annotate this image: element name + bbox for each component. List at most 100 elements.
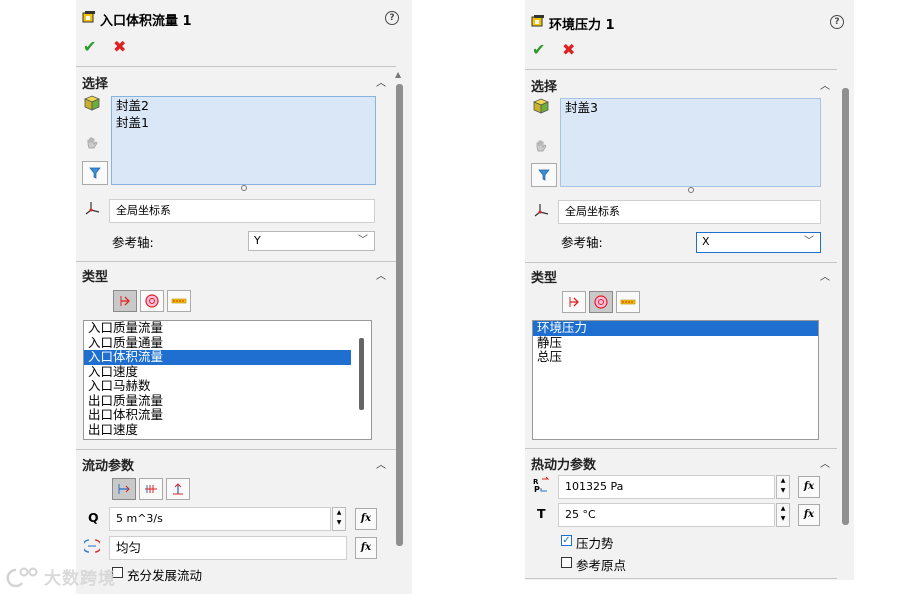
coordinate-system-field[interactable]: 全局坐标系: [558, 200, 821, 224]
spin-down-icon[interactable]: ▼: [777, 486, 789, 496]
pressure-gauge-icon: [594, 295, 608, 309]
panel-title: 环境压力 1: [549, 18, 615, 33]
collapse-chevron-icon[interactable]: ︿: [820, 268, 830, 283]
coordinate-system-field[interactable]: 全局坐标系: [109, 199, 375, 223]
boundary-condition-icon: [531, 15, 544, 27]
filter-button[interactable]: [82, 161, 108, 185]
selection-item[interactable]: 封盖2: [112, 97, 375, 114]
temperature-value-field[interactable]: 25 °C: [558, 503, 775, 527]
ok-icon[interactable]: ✔: [532, 40, 545, 59]
spin-up-icon[interactable]: ▲: [777, 476, 789, 486]
ref-axis-dropdown[interactable]: X ﹀: [696, 232, 821, 253]
hand-select-icon: [87, 137, 98, 149]
cancel-icon[interactable]: ✖: [562, 40, 575, 59]
list-item-selected[interactable]: 环境压力: [533, 321, 818, 336]
list-item-selected[interactable]: 入口体积流量: [84, 349, 351, 365]
selection-item[interactable]: 封盖3: [561, 99, 820, 116]
profile-field[interactable]: 均匀: [109, 536, 347, 560]
temperature-spinner[interactable]: ▲ ▼: [776, 503, 790, 527]
opening-type-flow-button[interactable]: [562, 291, 586, 313]
boundary-condition-icon: [82, 11, 95, 23]
panel-scrollbar-thumb[interactable]: [396, 84, 403, 546]
section-header-flow-parameters[interactable]: 流动参数: [82, 455, 134, 474]
panel-title: 入口体积流量 1: [100, 14, 192, 29]
section-header-type[interactable]: 类型: [531, 267, 557, 286]
list-item[interactable]: 入口马赫数: [84, 378, 371, 394]
pressure-potential-checkbox[interactable]: ✓: [561, 535, 572, 546]
flow-type-normal-button[interactable]: [112, 478, 136, 500]
temperature-function-button[interactable]: fx: [798, 504, 820, 526]
resize-handle[interactable]: [241, 185, 247, 191]
flow-type-vector-button[interactable]: [166, 478, 190, 500]
type-list[interactable]: 环境压力 静压 总压: [532, 320, 819, 440]
ref-axis-dropdown[interactable]: Y ﹀: [248, 231, 375, 251]
collapse-chevron-icon[interactable]: ︿: [376, 456, 386, 471]
ok-icon[interactable]: ✔: [83, 37, 96, 56]
inlet-arrow-icon: [569, 297, 579, 307]
hand-select-icon: [536, 140, 547, 152]
pressure-spinner[interactable]: ▲ ▼: [776, 475, 790, 499]
cube-icon: [84, 95, 100, 111]
swirl-flow-icon: [145, 485, 157, 493]
help-icon[interactable]: ?: [385, 11, 399, 25]
panel-scrollbar-thumb[interactable]: [842, 88, 849, 525]
opening-type-flow-button[interactable]: [113, 290, 137, 312]
spin-up-icon[interactable]: ▲: [333, 508, 345, 518]
flow-type-swirl-button[interactable]: [139, 478, 163, 500]
section-header-selection[interactable]: 选择: [82, 73, 108, 92]
list-item[interactable]: 出口质量流量: [84, 393, 371, 409]
spin-down-icon[interactable]: ▼: [777, 514, 789, 524]
opening-type-pressure-button[interactable]: [589, 291, 613, 313]
list-item[interactable]: 入口速度: [84, 364, 371, 380]
divider: [76, 66, 396, 67]
q-label: Q: [88, 510, 99, 525]
watermark-logo-icon: [6, 567, 38, 587]
spin-up-icon[interactable]: ▲: [777, 504, 789, 514]
scroll-up-icon[interactable]: ▲: [395, 70, 401, 79]
selection-list[interactable]: 封盖2 封盖1: [111, 96, 376, 185]
opening-type-fan-button[interactable]: [167, 290, 191, 312]
watermark-text: 大数跨境: [44, 569, 116, 589]
pressure-function-button[interactable]: fx: [798, 476, 820, 498]
section-header-type[interactable]: 类型: [82, 266, 108, 285]
fully-developed-label: 充分发展流动: [127, 568, 203, 583]
collapse-chevron-icon[interactable]: ︿: [376, 74, 386, 89]
help-icon[interactable]: ?: [830, 15, 844, 29]
list-item[interactable]: 出口体积流量: [84, 407, 371, 423]
reference-origin-label: 参考原点: [576, 558, 627, 573]
opening-type-pressure-button[interactable]: [140, 290, 164, 312]
left-property-panel: 入口体积流量 1 ? ✔ ✖ 选择 ︿ 封盖2 封盖1 全局坐标系 参考轴: Y…: [76, 0, 412, 594]
filter-button[interactable]: [531, 163, 557, 187]
q-value-field[interactable]: 5 m^3/s: [109, 507, 331, 531]
list-item[interactable]: 入口质量流量: [84, 321, 371, 336]
profile-function-button[interactable]: fx: [355, 537, 377, 559]
selection-item[interactable]: 封盖1: [112, 114, 375, 131]
list-scrollbar-thumb[interactable]: [359, 338, 364, 410]
q-spinner[interactable]: ▲ ▼: [332, 507, 346, 531]
collapse-chevron-icon[interactable]: ︿: [820, 77, 830, 92]
opening-type-fan-button[interactable]: [616, 291, 640, 313]
pressure-gauge-icon: [145, 294, 159, 308]
cancel-icon[interactable]: ✖: [113, 37, 126, 56]
normal-flow-icon: [118, 484, 130, 494]
ref-axis-label: 参考轴:: [561, 235, 603, 250]
section-header-selection[interactable]: 选择: [531, 76, 557, 95]
cube-icon: [533, 98, 549, 114]
coordinate-system-icon: [534, 204, 549, 217]
list-item[interactable]: 静压: [533, 335, 818, 351]
type-list[interactable]: 入口质量流量 入口质量通量 入口体积流量 入口速度 入口马赫数 出口质量流量 出…: [83, 320, 372, 440]
list-item[interactable]: 入口质量通量: [84, 335, 371, 351]
section-header-thermodynamic-parameters[interactable]: 热动力参数: [531, 454, 596, 473]
inlet-arrow-icon: [120, 296, 130, 306]
q-function-button[interactable]: fx: [355, 508, 377, 530]
selection-list[interactable]: 封盖3: [560, 98, 821, 187]
spin-down-icon[interactable]: ▼: [333, 518, 345, 528]
list-item[interactable]: 总压: [533, 349, 818, 365]
list-item[interactable]: 出口速度: [84, 422, 371, 438]
collapse-chevron-icon[interactable]: ︿: [376, 267, 386, 282]
resize-handle[interactable]: [688, 187, 694, 193]
pressure-value-field[interactable]: 101325 Pa: [558, 475, 775, 499]
reference-origin-checkbox[interactable]: [561, 557, 572, 568]
collapse-chevron-icon[interactable]: ︿: [820, 455, 830, 470]
pressure-potential-label: 压力势: [576, 536, 614, 551]
